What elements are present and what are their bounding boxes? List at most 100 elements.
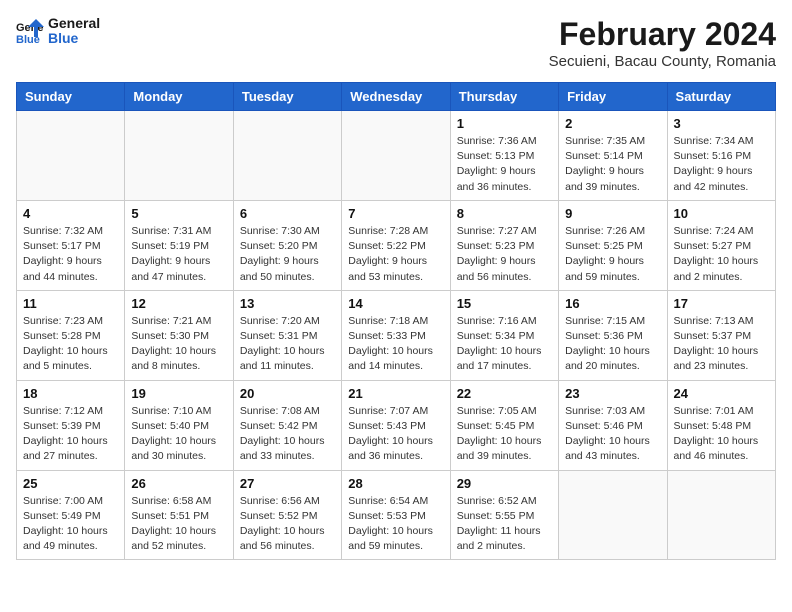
- calendar-cell: 19 Sunrise: 7:10 AMSunset: 5:40 PMDayligh…: [125, 380, 233, 470]
- day-number: 20: [240, 386, 335, 401]
- calendar-cell: 28 Sunrise: 6:54 AMSunset: 5:53 PMDayligh…: [342, 470, 450, 560]
- calendar-cell: 18Sunrise: 7:12 AMSunset: 5:39 PMDayligh…: [17, 380, 125, 470]
- day-info: Sunrise: 6:58 AMSunset: 5:51 PMDaylight:…: [131, 494, 226, 555]
- day-number: 27: [240, 476, 335, 491]
- day-number: 3: [674, 116, 769, 131]
- day-info: Sunrise: 7:31 AMSunset: 5:19 PMDaylight:…: [131, 224, 226, 285]
- title-block: February 2024 Secuieni, Bacau County, Ro…: [549, 16, 776, 70]
- day-number: 10: [674, 206, 769, 221]
- day-number: 28: [348, 476, 443, 491]
- logo-text-top: General: [48, 16, 100, 31]
- day-info: Sunrise: 7:05 AMSunset: 5:45 PMDaylight:…: [457, 404, 552, 465]
- day-number: 19: [131, 386, 226, 401]
- day-info: Sunrise: 6:54 AMSunset: 5:53 PMDaylight:…: [348, 494, 443, 555]
- day-number: 17: [674, 296, 769, 311]
- calendar-cell: 14 Sunrise: 7:18 AMSunset: 5:33 PMDayligh…: [342, 290, 450, 380]
- day-number: 5: [131, 206, 226, 221]
- calendar-cell: 25 Sunrise: 7:00 AMSunset: 5:49 PMDayligh…: [17, 470, 125, 560]
- day-info: Sunrise: 7:08 AMSunset: 5:42 PMDaylight:…: [240, 404, 335, 465]
- page-header: General Blue General Blue February 2024 …: [16, 16, 776, 70]
- calendar-cell: [342, 111, 450, 201]
- calendar-cell: 9 Sunrise: 7:26 AMSunset: 5:25 PMDaylight…: [559, 200, 667, 290]
- day-info: Sunrise: 7:30 AMSunset: 5:20 PMDaylight:…: [240, 224, 335, 285]
- calendar-week-2: 11 Sunrise: 7:23 AMSunset: 5:28 PMDayligh…: [17, 290, 776, 380]
- day-number: 26: [131, 476, 226, 491]
- day-number: 25: [23, 476, 118, 491]
- calendar-cell: 8 Sunrise: 7:27 AMSunset: 5:23 PMDaylight…: [450, 200, 558, 290]
- calendar-cell: 1 Sunrise: 7:36 AMSunset: 5:13 PMDaylight…: [450, 111, 558, 201]
- day-info: Sunrise: 7:23 AMSunset: 5:28 PMDaylight:…: [23, 314, 118, 375]
- calendar-week-4: 25 Sunrise: 7:00 AMSunset: 5:49 PMDayligh…: [17, 470, 776, 560]
- day-info: Sunrise: 7:24 AMSunset: 5:27 PMDaylight:…: [674, 224, 769, 285]
- day-info: Sunrise: 7:20 AMSunset: 5:31 PMDaylight:…: [240, 314, 335, 375]
- day-number: 11: [23, 296, 118, 311]
- day-info: Sunrise: 6:56 AMSunset: 5:52 PMDaylight:…: [240, 494, 335, 555]
- calendar-cell: 27 Sunrise: 6:56 AMSunset: 5:52 PMDayligh…: [233, 470, 341, 560]
- day-number: 8: [457, 206, 552, 221]
- day-header-saturday: Saturday: [667, 83, 775, 111]
- day-number: 2: [565, 116, 660, 131]
- day-number: 12: [131, 296, 226, 311]
- calendar-week-1: 4 Sunrise: 7:32 AMSunset: 5:17 PMDaylight…: [17, 200, 776, 290]
- day-number: 4: [23, 206, 118, 221]
- day-info: Sunrise: 7:34 AMSunset: 5:16 PMDaylight:…: [674, 134, 769, 195]
- calendar-cell: 29Sunrise: 6:52 AMSunset: 5:55 PMDayligh…: [450, 470, 558, 560]
- calendar-cell: 26 Sunrise: 6:58 AMSunset: 5:51 PMDayligh…: [125, 470, 233, 560]
- calendar-cell: 24Sunrise: 7:01 AMSunset: 5:48 PMDayligh…: [667, 380, 775, 470]
- day-info: Sunrise: 7:35 AMSunset: 5:14 PMDaylight:…: [565, 134, 660, 195]
- day-info: Sunrise: 6:52 AMSunset: 5:55 PMDaylight:…: [457, 494, 552, 555]
- day-header-tuesday: Tuesday: [233, 83, 341, 111]
- calendar-cell: 21 Sunrise: 7:07 AMSunset: 5:43 PMDayligh…: [342, 380, 450, 470]
- calendar-cell: 20 Sunrise: 7:08 AMSunset: 5:42 PMDayligh…: [233, 380, 341, 470]
- calendar-cell: 13 Sunrise: 7:20 AMSunset: 5:31 PMDayligh…: [233, 290, 341, 380]
- sub-title: Secuieni, Bacau County, Romania: [549, 53, 776, 70]
- calendar-cell: 22 Sunrise: 7:05 AMSunset: 5:45 PMDayligh…: [450, 380, 558, 470]
- day-number: 16: [565, 296, 660, 311]
- day-info: Sunrise: 7:32 AMSunset: 5:17 PMDaylight:…: [23, 224, 118, 285]
- day-number: 6: [240, 206, 335, 221]
- day-info: Sunrise: 7:07 AMSunset: 5:43 PMDaylight:…: [348, 404, 443, 465]
- day-info: Sunrise: 7:01 AMSunset: 5:48 PMDaylight:…: [674, 404, 769, 465]
- day-info: Sunrise: 7:13 AMSunset: 5:37 PMDaylight:…: [674, 314, 769, 375]
- day-header-wednesday: Wednesday: [342, 83, 450, 111]
- calendar-cell: 12 Sunrise: 7:21 AMSunset: 5:30 PMDayligh…: [125, 290, 233, 380]
- calendar-cell: [17, 111, 125, 201]
- day-header-friday: Friday: [559, 83, 667, 111]
- day-info: Sunrise: 7:16 AMSunset: 5:34 PMDaylight:…: [457, 314, 552, 375]
- day-number: 23: [565, 386, 660, 401]
- day-info: Sunrise: 7:00 AMSunset: 5:49 PMDaylight:…: [23, 494, 118, 555]
- calendar-week-0: 1 Sunrise: 7:36 AMSunset: 5:13 PMDaylight…: [17, 111, 776, 201]
- day-number: 18: [23, 386, 118, 401]
- calendar-cell: 11 Sunrise: 7:23 AMSunset: 5:28 PMDayligh…: [17, 290, 125, 380]
- day-header-sunday: Sunday: [17, 83, 125, 111]
- day-info: Sunrise: 7:27 AMSunset: 5:23 PMDaylight:…: [457, 224, 552, 285]
- day-number: 13: [240, 296, 335, 311]
- calendar-cell: 5 Sunrise: 7:31 AMSunset: 5:19 PMDaylight…: [125, 200, 233, 290]
- day-info: Sunrise: 7:18 AMSunset: 5:33 PMDaylight:…: [348, 314, 443, 375]
- day-header-monday: Monday: [125, 83, 233, 111]
- calendar-cell: 3 Sunrise: 7:34 AMSunset: 5:16 PMDaylight…: [667, 111, 775, 201]
- main-title: February 2024: [549, 16, 776, 53]
- calendar-cell: 4 Sunrise: 7:32 AMSunset: 5:17 PMDaylight…: [17, 200, 125, 290]
- day-number: 1: [457, 116, 552, 131]
- day-number: 9: [565, 206, 660, 221]
- calendar-cell: 15Sunrise: 7:16 AMSunset: 5:34 PMDayligh…: [450, 290, 558, 380]
- day-info: Sunrise: 7:36 AMSunset: 5:13 PMDaylight:…: [457, 134, 552, 195]
- calendar-cell: 7 Sunrise: 7:28 AMSunset: 5:22 PMDaylight…: [342, 200, 450, 290]
- day-number: 21: [348, 386, 443, 401]
- logo-icon: General Blue: [16, 17, 44, 45]
- day-number: 7: [348, 206, 443, 221]
- calendar-cell: 17 Sunrise: 7:13 AMSunset: 5:37 PMDayligh…: [667, 290, 775, 380]
- day-info: Sunrise: 7:21 AMSunset: 5:30 PMDaylight:…: [131, 314, 226, 375]
- calendar-table: SundayMondayTuesdayWednesdayThursdayFrid…: [16, 82, 776, 560]
- calendar-cell: [233, 111, 341, 201]
- day-number: 14: [348, 296, 443, 311]
- day-number: 22: [457, 386, 552, 401]
- calendar-cell: 2 Sunrise: 7:35 AMSunset: 5:14 PMDaylight…: [559, 111, 667, 201]
- calendar-cell: 10 Sunrise: 7:24 AMSunset: 5:27 PMDayligh…: [667, 200, 775, 290]
- day-info: Sunrise: 7:10 AMSunset: 5:40 PMDaylight:…: [131, 404, 226, 465]
- day-info: Sunrise: 7:26 AMSunset: 5:25 PMDaylight:…: [565, 224, 660, 285]
- day-info: Sunrise: 7:15 AMSunset: 5:36 PMDaylight:…: [565, 314, 660, 375]
- day-info: Sunrise: 7:28 AMSunset: 5:22 PMDaylight:…: [348, 224, 443, 285]
- calendar-week-3: 18Sunrise: 7:12 AMSunset: 5:39 PMDayligh…: [17, 380, 776, 470]
